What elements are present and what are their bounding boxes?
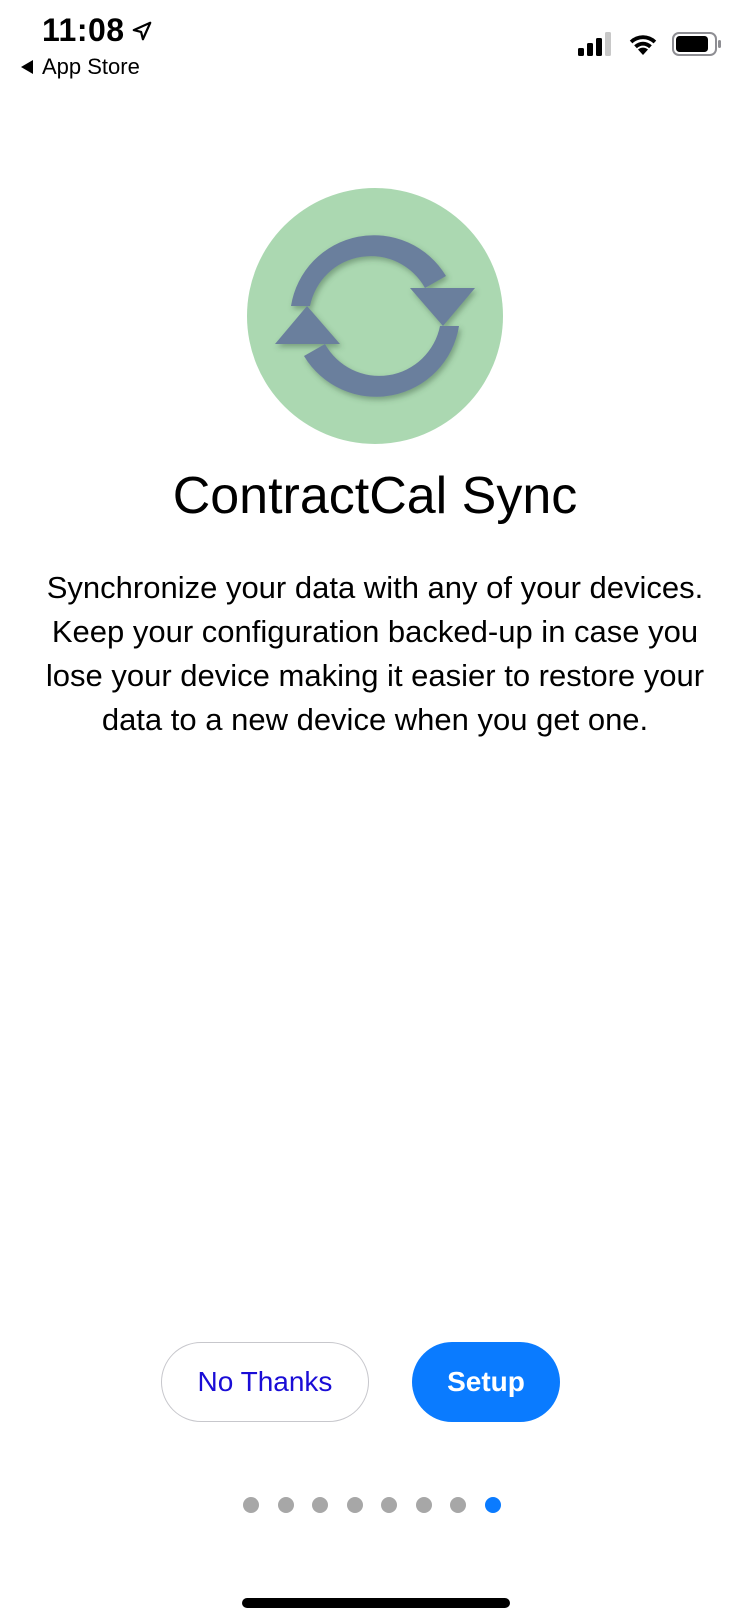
page-dot[interactable] xyxy=(312,1497,328,1513)
no-thanks-button[interactable]: No Thanks xyxy=(161,1342,369,1422)
page-dot[interactable] xyxy=(277,1497,294,1513)
page-dot[interactable] xyxy=(381,1497,397,1513)
back-label: App Store xyxy=(42,54,140,79)
home-indicator[interactable] xyxy=(242,1598,510,1608)
feature-description: Synchronize your data with any of your d… xyxy=(45,570,705,737)
page-dot[interactable] xyxy=(346,1497,363,1513)
back-to-app-store-link[interactable]: App Store xyxy=(20,54,140,80)
status-bar: 11:08 App Store xyxy=(0,0,750,90)
page-indicator[interactable] xyxy=(0,1497,750,1517)
time-text: 11:08 xyxy=(42,12,125,48)
sync-arrows-icon xyxy=(247,188,503,444)
page-title: ContractCal Sync xyxy=(172,467,578,525)
location-arrow-icon xyxy=(132,21,151,40)
back-triangle-icon xyxy=(21,60,33,74)
page-dot[interactable] xyxy=(415,1497,432,1513)
status-time: 11:08 xyxy=(42,12,153,49)
wifi-icon xyxy=(629,35,657,55)
page-dot-active[interactable] xyxy=(484,1497,501,1513)
status-icons xyxy=(578,32,722,56)
battery-icon xyxy=(672,32,721,56)
page-dot[interactable] xyxy=(450,1497,466,1513)
cellular-signal-icon xyxy=(578,32,611,56)
setup-button[interactable]: Setup xyxy=(412,1342,560,1422)
page-dot[interactable] xyxy=(243,1497,259,1513)
action-buttons: No Thanks Setup xyxy=(0,1342,750,1422)
